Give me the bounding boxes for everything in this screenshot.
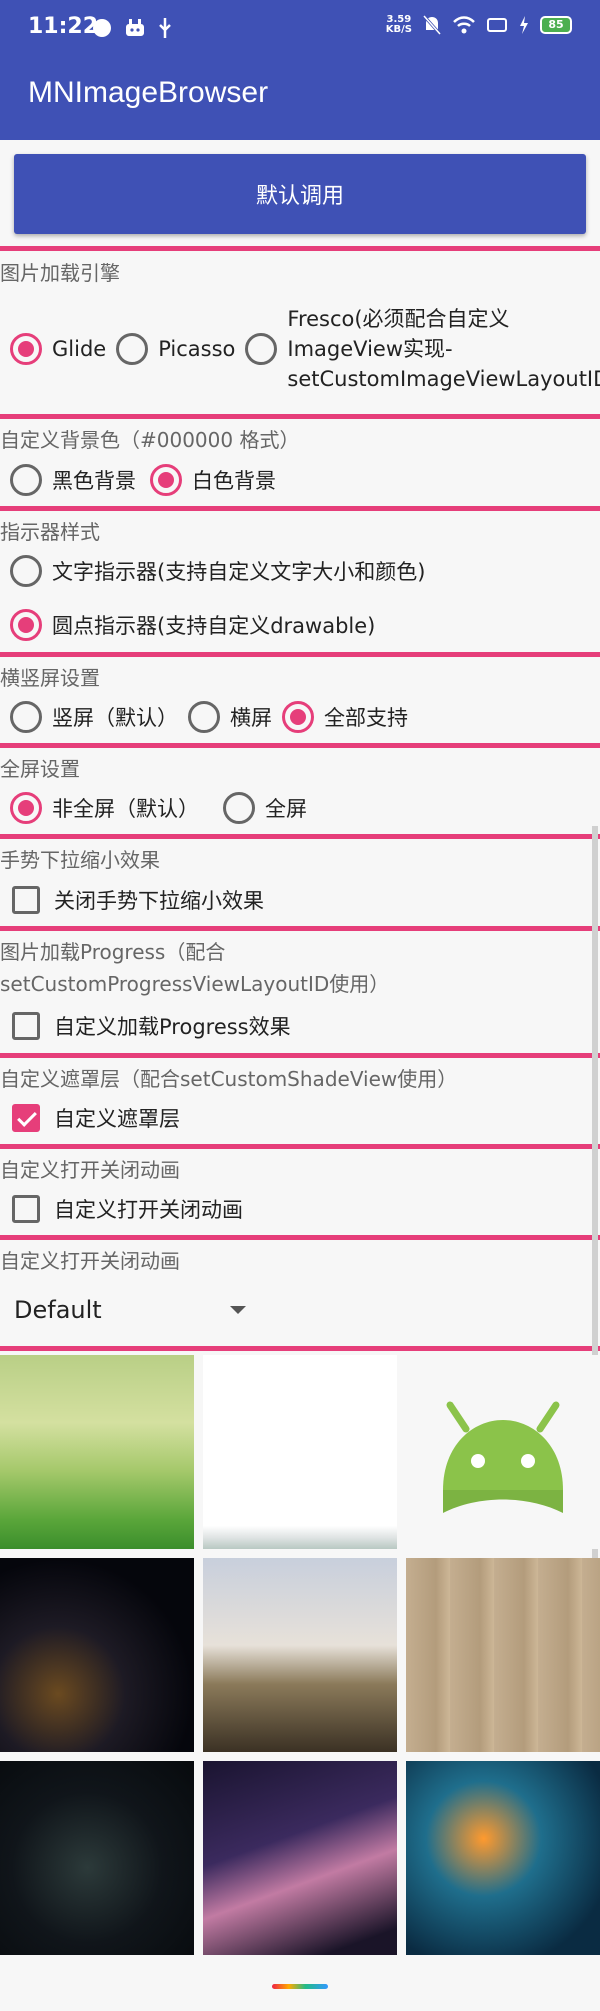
radio-button[interactable] bbox=[116, 333, 149, 365]
divider bbox=[0, 926, 600, 931]
charging-icon bbox=[520, 16, 528, 34]
moon-icon bbox=[93, 19, 111, 37]
status-time: 11:22 bbox=[28, 14, 99, 39]
navigation-bar bbox=[0, 1960, 600, 2011]
divider bbox=[0, 414, 600, 419]
shade-section-title: 自定义遮罩层（配合setCustomShadeView使用） bbox=[0, 1067, 458, 1091]
home-indicator[interactable] bbox=[272, 1984, 328, 1989]
gesture-section-title: 手势下拉缩小效果 bbox=[0, 848, 160, 872]
screen-icon bbox=[487, 18, 507, 32]
divider bbox=[0, 652, 600, 657]
battery-indicator: 85 bbox=[540, 16, 572, 34]
status-bar: 11:22 3.59 KB/S 85 bbox=[0, 0, 600, 58]
radio-fresco[interactable]: Fresco(必须配合自定义ImageView实现-setCustomImage… bbox=[235, 304, 600, 394]
divider bbox=[0, 1053, 600, 1058]
fullscreen-section-title: 全屏设置 bbox=[0, 757, 80, 781]
wifi-icon bbox=[453, 16, 475, 34]
radio-button[interactable] bbox=[245, 333, 278, 365]
android-icon bbox=[443, 1401, 563, 1513]
mute-icon bbox=[422, 15, 442, 35]
image-tile[interactable] bbox=[203, 1761, 397, 1955]
progress-checkbox-row[interactable]: 自定义加载Progress效果 bbox=[0, 1006, 291, 1046]
shade-checkbox-row[interactable]: 自定义遮罩层 bbox=[0, 1098, 180, 1138]
anim-select-title: 自定义打开关闭动画 bbox=[0, 1249, 180, 1273]
progress-section-title: 图片加载Progress（配合 setCustomProgressViewLay… bbox=[0, 940, 390, 996]
radio-black-bg[interactable]: 黑色背景 bbox=[0, 464, 136, 496]
orientation-radio-group: 竖屏（默认） 横屏 全部支持 bbox=[0, 697, 408, 737]
android-icon bbox=[126, 19, 144, 36]
radio-not-fullscreen[interactable]: 非全屏（默认） bbox=[0, 792, 199, 824]
checkbox[interactable] bbox=[12, 1195, 40, 1223]
dropdown-value: Default bbox=[14, 1296, 102, 1324]
anim-section-title: 自定义打开关闭动画 bbox=[0, 1158, 180, 1182]
radio-button[interactable] bbox=[10, 792, 42, 824]
engine-section-title: 图片加载引擎 bbox=[0, 261, 120, 285]
divider bbox=[0, 1235, 600, 1240]
network-speed: 3.59 KB/S bbox=[385, 14, 412, 35]
orientation-section-title: 横竖屏设置 bbox=[0, 666, 100, 690]
radio-button[interactable] bbox=[10, 609, 42, 641]
radio-portrait[interactable]: 竖屏（默认） bbox=[0, 701, 178, 733]
image-tile[interactable] bbox=[0, 1761, 194, 1955]
divider bbox=[0, 1346, 600, 1351]
radio-button[interactable] bbox=[188, 701, 220, 733]
radio-button[interactable] bbox=[282, 701, 314, 733]
anim-dropdown[interactable]: Default bbox=[14, 1290, 254, 1330]
divider bbox=[0, 834, 600, 839]
default-call-button[interactable]: 默认调用 bbox=[14, 154, 586, 234]
indicator-section-title: 指示器样式 bbox=[0, 520, 100, 544]
image-tile[interactable] bbox=[406, 1761, 600, 1955]
radio-button[interactable] bbox=[10, 701, 42, 733]
checkbox[interactable] bbox=[12, 886, 40, 914]
radio-button[interactable] bbox=[10, 555, 42, 587]
radio-button[interactable] bbox=[10, 333, 42, 365]
background-radio-group: 黑色背景 白色背景 bbox=[0, 460, 276, 500]
checkbox[interactable] bbox=[12, 1104, 40, 1132]
radio-text-indicator[interactable]: 文字指示器(支持自定义文字大小和颜色) bbox=[0, 551, 425, 591]
radio-fullscreen[interactable]: 全屏 bbox=[213, 792, 307, 824]
fullscreen-radio-group: 非全屏（默认） 全屏 bbox=[0, 788, 307, 828]
radio-button[interactable] bbox=[10, 464, 42, 496]
image-tile[interactable] bbox=[406, 1558, 600, 1752]
radio-all-orientations[interactable]: 全部支持 bbox=[272, 701, 408, 733]
app-bar: MNImageBrowser bbox=[0, 58, 600, 140]
chevron-down-icon bbox=[230, 1306, 246, 1314]
image-tile[interactable] bbox=[203, 1558, 397, 1752]
image-tile[interactable] bbox=[0, 1355, 194, 1549]
gesture-checkbox-row[interactable]: 关闭手势下拉缩小效果 bbox=[0, 880, 264, 920]
radio-button[interactable] bbox=[223, 792, 255, 824]
radio-button[interactable] bbox=[150, 464, 182, 496]
usb-icon bbox=[159, 18, 171, 38]
divider bbox=[0, 506, 600, 511]
divider bbox=[0, 1144, 600, 1149]
divider bbox=[0, 246, 600, 251]
radio-white-bg[interactable]: 白色背景 bbox=[140, 464, 276, 496]
divider bbox=[0, 743, 600, 748]
image-tile[interactable] bbox=[203, 1355, 397, 1549]
app-title: MNImageBrowser bbox=[28, 76, 269, 109]
radio-landscape[interactable]: 横屏 bbox=[178, 701, 272, 733]
anim-checkbox-row[interactable]: 自定义打开关闭动画 bbox=[0, 1189, 243, 1229]
engine-radio-group: Glide Picasso Fresco(必须配合自定义ImageView实现-… bbox=[0, 285, 600, 413]
radio-glide[interactable]: Glide bbox=[0, 333, 106, 365]
radio-dot-indicator[interactable]: 圆点指示器(支持自定义drawable) bbox=[0, 605, 375, 645]
checkbox[interactable] bbox=[12, 1012, 40, 1040]
image-tile[interactable] bbox=[0, 1558, 194, 1752]
background-section-title: 自定义背景色（#000000 格式） bbox=[0, 428, 300, 452]
image-tile[interactable] bbox=[406, 1355, 600, 1549]
radio-picasso[interactable]: Picasso bbox=[106, 333, 235, 365]
